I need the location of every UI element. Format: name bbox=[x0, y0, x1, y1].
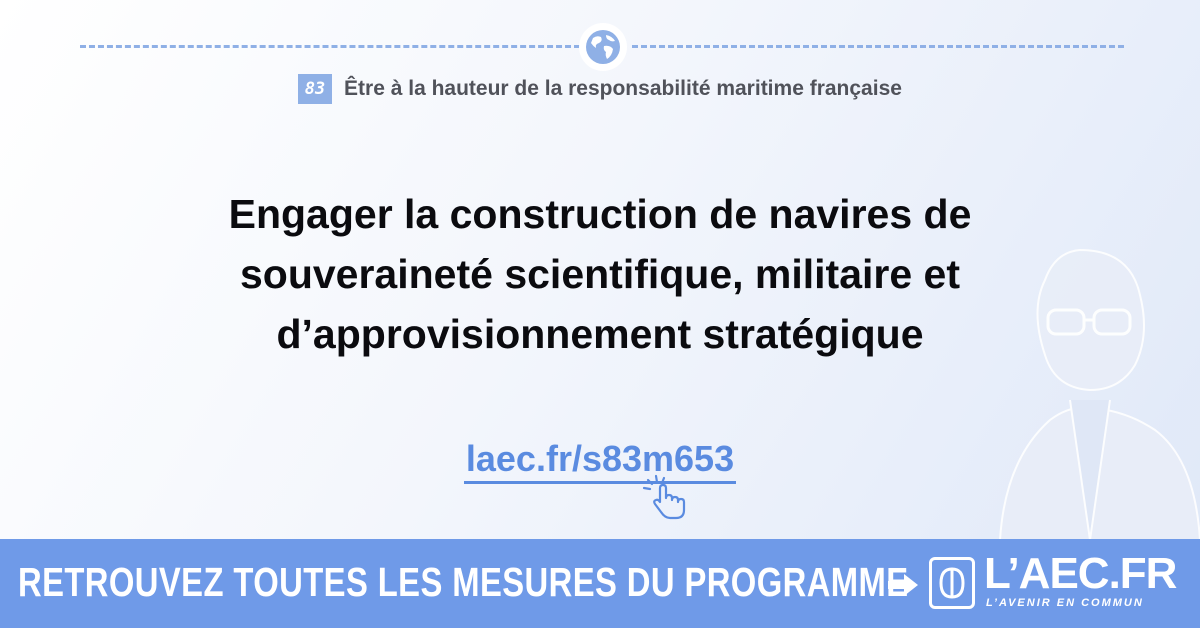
aec-logo-text[interactable]: L’AEC.FR bbox=[984, 552, 1177, 596]
headline-line-2: souveraineté scientifique, militaire et bbox=[239, 251, 961, 297]
top-divider-left bbox=[80, 45, 580, 48]
short-link[interactable]: laec.fr/s83m653 bbox=[463, 437, 737, 484]
chapter-number-badge: 83 bbox=[298, 74, 333, 104]
measure-headline: Engager la construction de navires de so… bbox=[100, 184, 1100, 364]
aec-logo-tagline: L’AVENIR EN COMMUN bbox=[986, 597, 1144, 609]
arrow-right-icon bbox=[888, 574, 918, 596]
pointer-hand-icon bbox=[642, 474, 686, 520]
headline-line-1: Engager la construction de navires de bbox=[228, 191, 972, 237]
program-cta-text: RETROUVEZ TOUTES LES MESURES DU PROGRAMM… bbox=[18, 559, 909, 605]
top-divider-right bbox=[632, 45, 1124, 48]
chapter-heading: 83 Être à la hauteur de la responsabilit… bbox=[0, 74, 1200, 104]
globe-icon bbox=[579, 23, 627, 71]
headline-line-3: d’approvisionnement stratégique bbox=[276, 311, 924, 357]
aec-logo-icon bbox=[929, 557, 975, 609]
chapter-title: Être à la hauteur de la responsabilité m… bbox=[344, 77, 902, 100]
portrait-silhouette bbox=[998, 248, 1200, 540]
